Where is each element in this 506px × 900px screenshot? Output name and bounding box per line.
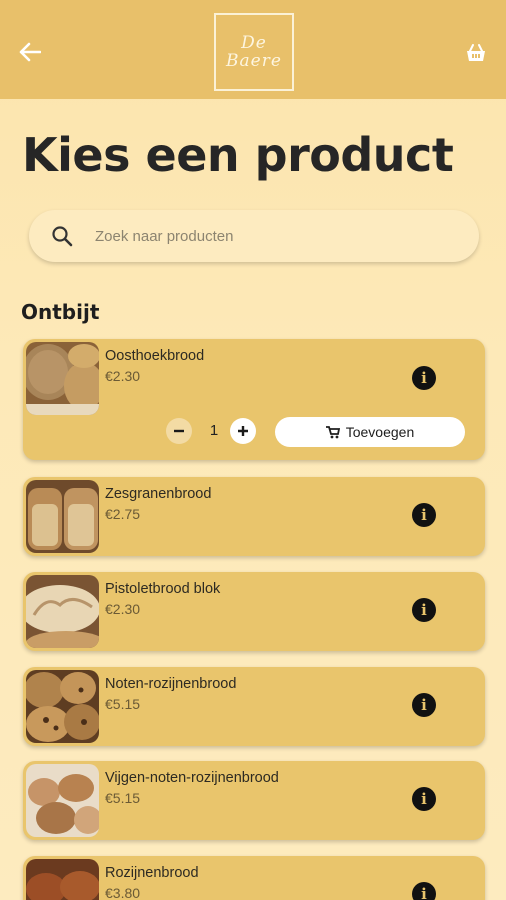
minus-icon bbox=[174, 429, 184, 433]
product-name: Rozijnenbrood bbox=[105, 865, 199, 881]
product-image bbox=[26, 342, 99, 415]
page-title: Kies een product bbox=[22, 128, 454, 182]
product-card[interactable]: Oosthoekbrood €2.30 i 1 Toevoegen bbox=[23, 339, 485, 460]
info-icon[interactable]: i bbox=[412, 366, 436, 390]
product-image bbox=[26, 480, 99, 553]
logo-line-2: Baere bbox=[226, 51, 282, 71]
logo-line-1: De bbox=[241, 33, 267, 53]
brand-logo: De Baere bbox=[214, 13, 294, 91]
cart-button[interactable] bbox=[464, 41, 488, 65]
info-icon[interactable]: i bbox=[412, 693, 436, 717]
section-title: Ontbijt bbox=[21, 300, 100, 324]
search-icon bbox=[51, 225, 73, 247]
product-price: €5.15 bbox=[105, 790, 141, 806]
product-price: €2.75 bbox=[105, 506, 141, 522]
product-card[interactable]: Noten-rozijnenbrood €5.15 i bbox=[23, 667, 485, 746]
basket-icon bbox=[467, 44, 485, 61]
back-button[interactable] bbox=[16, 38, 44, 66]
cart-icon bbox=[325, 425, 340, 438]
product-name: Oosthoekbrood bbox=[105, 348, 205, 364]
product-name: Pistoletbrood blok bbox=[105, 581, 221, 597]
arrow-left-icon bbox=[19, 42, 41, 62]
increase-quantity-button[interactable] bbox=[230, 418, 256, 444]
product-card[interactable]: Zesgranenbrood €2.75 i bbox=[23, 477, 485, 556]
search-bar[interactable] bbox=[29, 210, 479, 262]
add-button-label: Toevoegen bbox=[345, 424, 415, 440]
product-name: Vijgen-noten-rozijnenbrood bbox=[105, 770, 279, 786]
product-price: €3.80 bbox=[105, 885, 141, 900]
info-icon[interactable]: i bbox=[412, 882, 436, 900]
product-name: Zesgranenbrood bbox=[105, 486, 212, 502]
product-card[interactable]: Rozijnenbrood €3.80 i bbox=[23, 856, 485, 900]
product-image bbox=[26, 575, 99, 648]
quantity-value: 1 bbox=[209, 422, 219, 439]
info-icon[interactable]: i bbox=[412, 503, 436, 527]
info-icon[interactable]: i bbox=[412, 787, 436, 811]
product-name: Noten-rozijnenbrood bbox=[105, 676, 237, 692]
product-card[interactable]: Pistoletbrood blok €2.30 i bbox=[23, 572, 485, 651]
plus-icon bbox=[238, 426, 248, 436]
product-image bbox=[26, 859, 99, 900]
search-input[interactable] bbox=[95, 227, 455, 245]
info-icon[interactable]: i bbox=[412, 598, 436, 622]
app-bar: De Baere bbox=[0, 0, 506, 99]
decrease-quantity-button[interactable] bbox=[166, 418, 192, 444]
product-card[interactable]: Vijgen-noten-rozijnenbrood €5.15 i bbox=[23, 761, 485, 840]
product-price: €2.30 bbox=[105, 368, 141, 384]
product-price: €5.15 bbox=[105, 696, 141, 712]
product-image bbox=[26, 764, 99, 837]
product-image bbox=[26, 670, 99, 743]
add-to-cart-button[interactable]: Toevoegen bbox=[275, 417, 465, 447]
quantity-controls: 1 Toevoegen bbox=[166, 417, 466, 447]
product-price: €2.30 bbox=[105, 601, 141, 617]
